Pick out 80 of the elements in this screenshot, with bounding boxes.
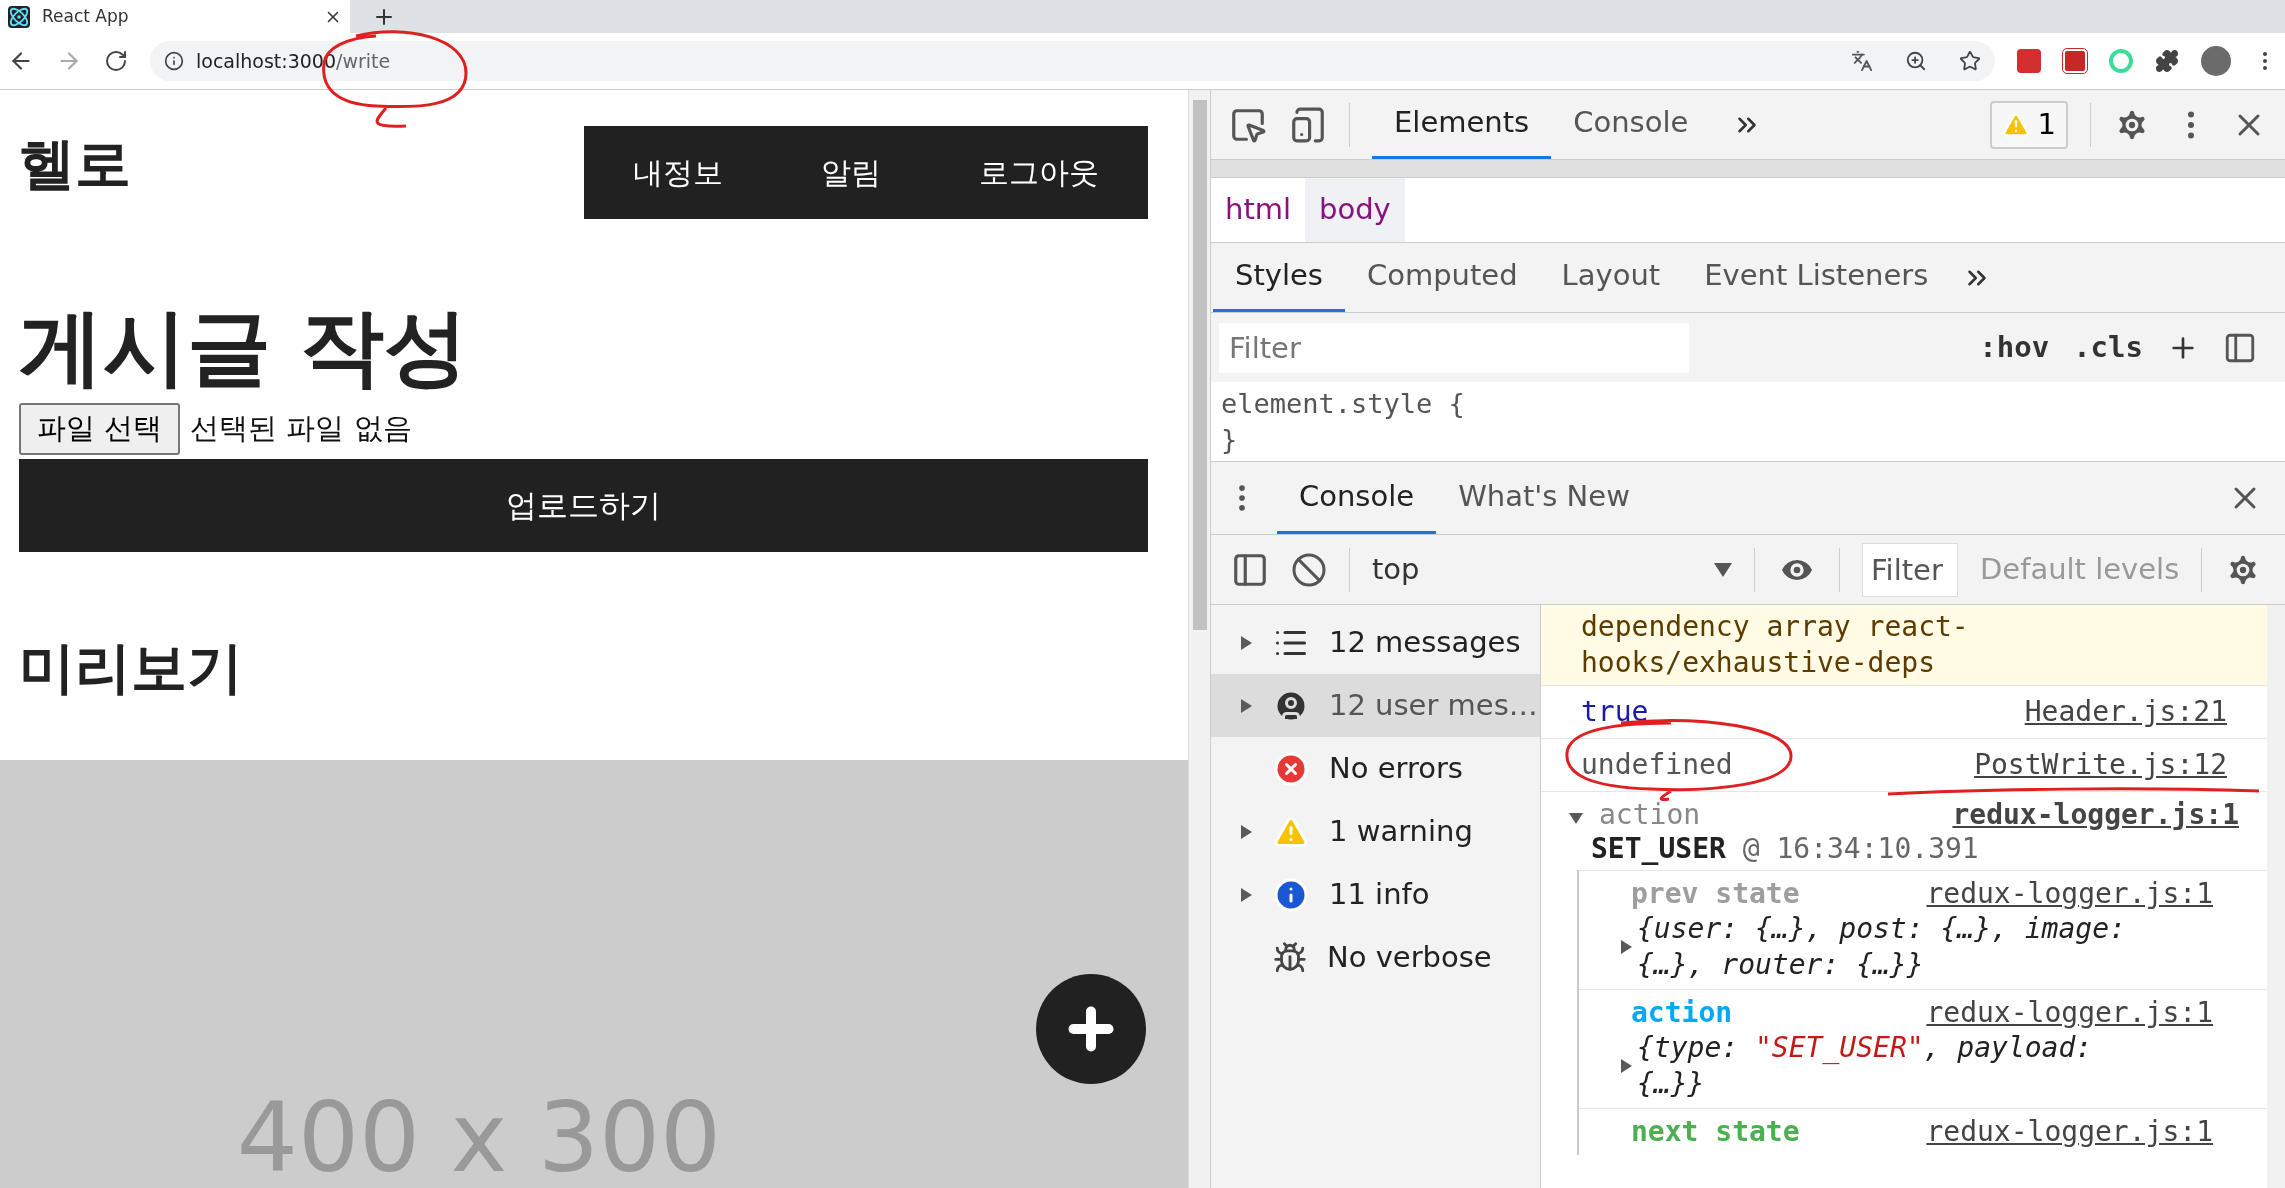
sidebar-item[interactable]: No errors (1211, 737, 1540, 800)
source-link[interactable]: Header.js:21 (2024, 692, 2227, 732)
source-link[interactable]: redux-logger.js:1 (1926, 877, 2213, 911)
source-link[interactable]: redux-logger.js:1 (1926, 1115, 2213, 1149)
sidebar-item[interactable]: No verbose (1211, 926, 1540, 989)
nav-link[interactable]: 로그아웃 (979, 150, 1099, 195)
react-logo-icon (8, 5, 30, 28)
styles-tab[interactable]: Computed (1344, 243, 1540, 312)
info-icon (1273, 876, 1309, 913)
sidebar-label: 11 info (1329, 875, 1430, 913)
breadcrumb[interactable]: html (1211, 178, 1306, 242)
browser-tab[interactable]: React App (0, 0, 350, 33)
clear-console-icon[interactable] (1291, 551, 1327, 588)
file-select-button[interactable]: 파일 선택 (19, 403, 181, 455)
scrollbar-thumb[interactable] (1192, 100, 1207, 630)
styles-tab[interactable]: Event Listeners (1682, 243, 1951, 312)
drawer-tab[interactable]: What's New (1436, 462, 1652, 534)
warning-count-button[interactable]: 1 (1989, 100, 2068, 149)
sidebar-item[interactable]: 12 messages (1211, 611, 1540, 674)
zoom-icon[interactable] (1905, 50, 1927, 72)
expand-caret-icon[interactable] (1239, 886, 1253, 903)
dropdown-caret-icon (1714, 562, 1732, 577)
nav-link[interactable]: 알림 (821, 150, 881, 195)
console-value: undefined (1581, 747, 1733, 783)
translate-icon[interactable] (1851, 50, 1873, 72)
source-link[interactable]: redux-logger.js:1 (1926, 996, 2213, 1030)
group-title: action (1598, 798, 1701, 832)
sidebar-item[interactable]: 12 user mes… (1211, 674, 1540, 737)
source-link[interactable]: redux-logger.js:1 (1952, 798, 2239, 832)
sidebar-item[interactable]: 11 info (1211, 863, 1540, 926)
expand-caret-icon[interactable] (1239, 697, 1253, 714)
reload-icon[interactable] (104, 49, 128, 73)
sidebar-label: 1 warning (1329, 812, 1473, 850)
preview-heading: 미리보기 (18, 634, 244, 702)
context-select[interactable]: top (1372, 547, 1732, 592)
state-label: next state (1631, 1115, 1800, 1149)
styles-tab[interactable]: Layout (1539, 243, 1683, 312)
styles-tab[interactable]: Styles (1213, 243, 1345, 312)
state-label: prev state (1631, 877, 1800, 911)
upload-button[interactable]: 업로드하기 (19, 459, 1148, 552)
source-link[interactable]: PostWrite.js:12 (1974, 745, 2227, 785)
site-logo[interactable]: 헬로 (19, 126, 131, 192)
styles-filter-field[interactable]: Filter (1219, 322, 1689, 373)
action-type: SET_USER (1591, 832, 1726, 865)
class-toggle[interactable]: .cls (2073, 325, 2143, 370)
warning-message: dependency array react-hooks/exhaustive-deps (1581, 609, 1970, 681)
extensions-icon[interactable] (2155, 49, 2179, 73)
console-value: true (1581, 694, 1649, 730)
bug-icon (1273, 940, 1307, 975)
sidebar-item[interactable]: 1 warning (1211, 800, 1540, 863)
group-caret-icon[interactable] (1569, 810, 1583, 826)
style-rule: element.style { (1221, 387, 1466, 421)
timestamp: @ 16:34:10.391 (1742, 832, 1979, 865)
sidebar-label: 12 messages (1329, 623, 1521, 661)
page-title: 게시글 작성 (18, 299, 470, 395)
sidebar-label: No errors (1329, 749, 1463, 787)
file-status: 선택된 파일 없음 (190, 410, 412, 448)
expand-caret-icon[interactable] (1239, 634, 1253, 651)
breadcrumb[interactable]: body (1305, 178, 1405, 242)
console-filter-field[interactable]: Filter (1862, 542, 1958, 597)
tab-title: React App (42, 4, 130, 28)
error-icon (1273, 750, 1309, 787)
object-caret-icon[interactable] (1619, 1058, 1633, 1074)
extension-icon[interactable] (2063, 49, 2087, 73)
drawer-tab[interactable]: Console (1277, 462, 1437, 534)
device-toolbar-icon[interactable] (1289, 105, 1327, 144)
devtools-tab[interactable]: Console (1551, 90, 1711, 159)
style-rule-end: } (1221, 423, 1239, 457)
object-caret-icon[interactable] (1619, 939, 1633, 955)
bookmark-star-icon[interactable] (1959, 50, 1981, 72)
sidebar-label: No verbose (1327, 938, 1492, 976)
nav-link[interactable]: 내정보 (633, 150, 723, 195)
hover-state-toggle[interactable]: :hov (1979, 325, 2050, 370)
sidebar-label: 12 user mes… (1329, 686, 1538, 724)
object-preview[interactable]: {type: "SET_USER", payload: {…}} (1637, 1030, 2167, 1102)
object-preview[interactable]: {user: {…}, post: {…}, image: {…}, router: {…}} (1637, 911, 2167, 983)
expand-caret-icon[interactable] (1239, 823, 1253, 840)
state-label: action (1631, 996, 1733, 1030)
site-info-icon[interactable] (164, 51, 184, 71)
profile-avatar[interactable] (2201, 46, 2231, 76)
